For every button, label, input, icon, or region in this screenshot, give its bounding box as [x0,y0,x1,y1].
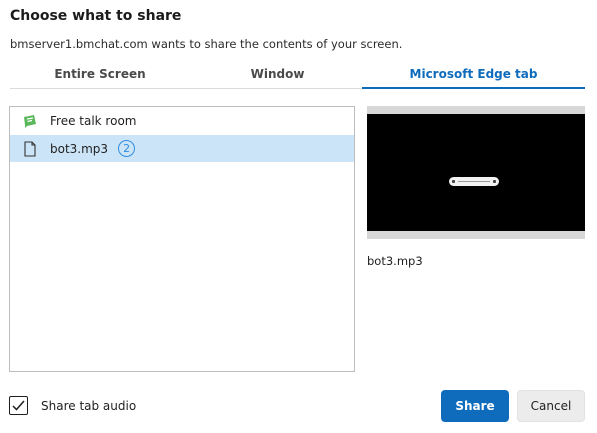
tab-list: Free talk room bot3.mp3 2 [9,106,355,372]
list-item-bot3-mp3[interactable]: bot3.mp3 2 [10,135,354,162]
dialog-title: Choose what to share [10,8,182,24]
share-audio-option[interactable]: Share tab audio [9,396,136,415]
tab-window[interactable]: Window [190,62,365,88]
step-number-badge: 2 [118,140,136,157]
share-audio-checkbox[interactable] [9,396,28,415]
dialog-subtitle: bmserver1.bmchat.com wants to share the … [10,37,403,51]
preview-screen [367,114,585,231]
list-item-free-talk-room[interactable]: Free talk room [10,107,354,134]
tab-entire-screen[interactable]: Entire Screen [10,62,190,88]
progress-bar [458,181,490,182]
preview-label: bot3.mp3 [367,254,423,268]
chat-room-icon [22,113,38,129]
document-icon [22,140,38,157]
tab-preview [367,106,585,239]
share-audio-label: Share tab audio [41,398,137,413]
list-item-label: bot3.mp3 [50,141,109,156]
tab-microsoft-edge-tab[interactable]: Microsoft Edge tab [362,62,585,89]
play-icon [452,180,455,183]
list-item-label: Free talk room [50,113,137,128]
cancel-button[interactable]: Cancel [517,390,585,422]
audio-player-thumbnail [449,177,499,186]
checkmark-icon [12,400,25,411]
share-button[interactable]: Share [441,390,509,422]
tab-bar: Entire Screen Window Microsoft Edge tab [10,62,585,89]
menu-icon [493,180,496,183]
